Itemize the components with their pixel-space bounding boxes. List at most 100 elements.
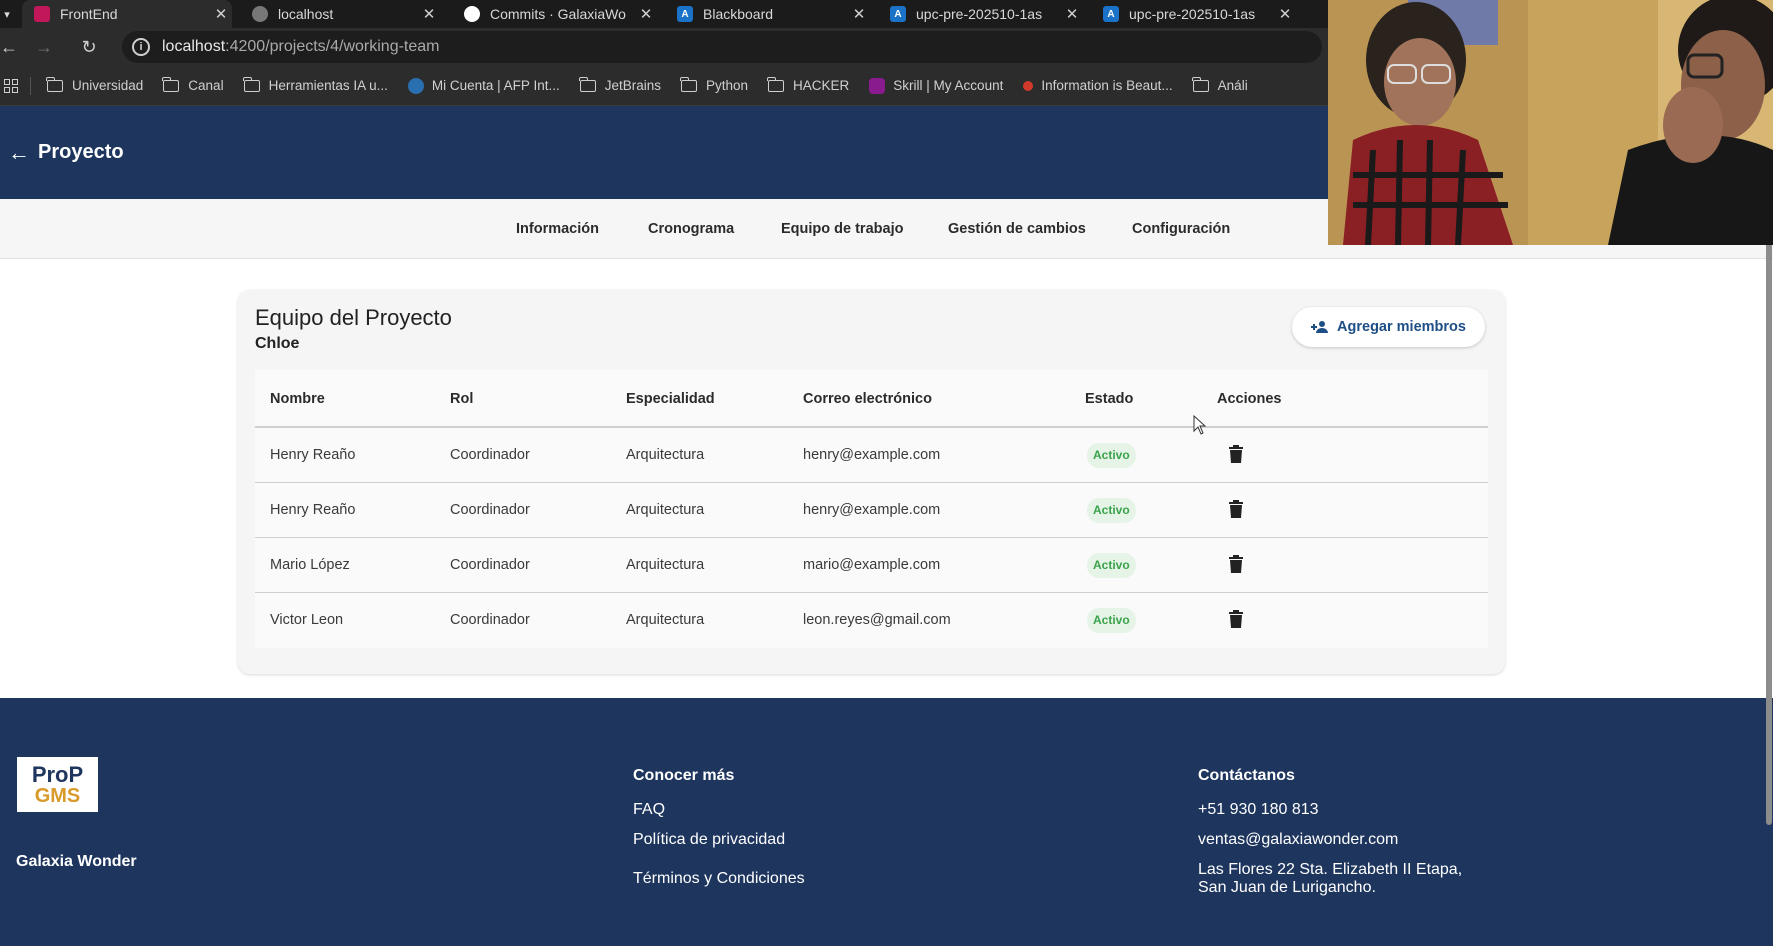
tab-cronograma[interactable]: Cronograma [648,199,734,259]
member-specialty: Arquitectura [626,612,705,628]
bookmark-separator [30,76,31,95]
bookmark-canal[interactable]: Canal [162,76,224,93]
tab-equipo-de-trabajo[interactable]: Equipo de trabajo [781,199,903,259]
folder-icon [242,76,260,92]
company-name: Galaxia Wonder [16,853,137,870]
table-row: Victor Leon Coordinador Arquitectura leo… [255,593,1488,648]
footer-link-terms[interactable]: Términos y Condiciones [633,870,805,888]
close-icon[interactable]: ✕ [210,5,232,23]
bookmark-skrill[interactable]: Skrill | My Account [869,77,1003,94]
member-email: mario@example.com [803,557,941,573]
propgms-logo: ProP GMS [17,757,98,812]
site-footer: ProP GMS Galaxia Wonder Conocer más FAQ … [0,698,1773,946]
column-header-acciones: Acciones [1217,391,1282,407]
tab-title: upc-pre-202510-1as [1129,6,1256,22]
member-email: henry@example.com [803,502,941,518]
back-nav-icon[interactable]: ← [0,37,18,58]
member-specialty: Arquitectura [626,447,705,463]
globe-icon [252,6,268,22]
azure-icon: A [1103,6,1119,22]
tab-upc-2[interactable]: A upc-pre-202510-1as ✕ [1091,0,1296,28]
table-header: Nombre Rol Especialidad Correo electróni… [255,370,1488,428]
afp-icon [407,77,424,94]
footer-more-title: Conocer más [633,767,735,784]
contact-phone: +51 930 180 813 [1198,801,1319,818]
bookmark-hacker[interactable]: HACKER [767,76,849,93]
contact-address-line-2: San Juan de Lurigancho. [1198,879,1376,896]
bookmark-python[interactable]: Python [680,76,748,93]
bookmark-herramientas[interactable]: Herramientas IA u... [242,76,388,93]
add-members-button[interactable]: Agregar miembros [1292,307,1485,347]
tab-frontend[interactable]: FrontEnd ✕ [22,0,232,28]
page-scrollbar[interactable] [1766,240,1772,825]
tab-commits[interactable]: Commits · GalaxiaWo ✕ [452,0,657,28]
team-table: Nombre Rol Especialidad Correo electróni… [255,370,1488,648]
member-role: Coordinador [450,612,530,628]
info-beautiful-icon [1023,80,1034,91]
tab-informacion[interactable]: Información [516,199,599,259]
column-header-especialidad: Especialidad [626,391,715,407]
column-header-rol: Rol [450,391,474,407]
webcam-frame [1328,0,1773,245]
apps-icon[interactable] [4,78,18,93]
azure-icon: A [890,6,906,22]
status-badge: Activo [1087,553,1136,578]
member-role: Coordinador [450,557,530,573]
member-name: Mario López [270,557,350,573]
address-bar[interactable]: i localhost:4200/projects/4/working-team [122,31,1322,63]
tab-title: upc-pre-202510-1as [916,6,1043,22]
add-members-label: Agregar miembros [1337,319,1466,335]
bookmark-analisis[interactable]: Análi [1191,76,1248,93]
close-icon[interactable]: ✕ [1274,5,1296,23]
folder-icon [162,76,180,92]
delete-icon[interactable] [1229,500,1243,518]
forward-nav-icon[interactable]: → [14,37,74,58]
footer-link-privacy[interactable]: Política de privacidad [633,831,805,849]
table-row: Henry Reaño Coordinador Arquitectura hen… [255,483,1488,538]
delete-icon[interactable] [1229,610,1243,628]
card-subtitle: Chloe [255,335,300,352]
tab-search-icon[interactable]: ▾ [0,0,14,28]
tab-title: localhost [278,6,334,22]
close-icon[interactable]: ✕ [848,5,870,23]
url-text: localhost:4200/projects/4/working-team [162,38,440,55]
bookmark-afp[interactable]: Mi Cuenta | AFP Int... [407,77,560,94]
footer-contact-title: Contáctanos [1198,767,1295,784]
column-header-correo: Correo electrónico [803,391,932,407]
site-info-icon[interactable]: i [132,38,150,56]
tab-blackboard[interactable]: A Blackboard ✕ [665,0,870,28]
tab-gestion-de-cambios[interactable]: Gestión de cambios [948,199,1086,259]
delete-icon[interactable] [1229,445,1243,463]
angular-icon [34,6,50,22]
footer-link-faq[interactable]: FAQ [633,801,805,819]
folder-icon [680,76,697,92]
status-badge: Activo [1087,498,1136,523]
status-badge: Activo [1087,443,1136,468]
tab-configuracion[interactable]: Configuración [1132,199,1230,259]
close-icon[interactable]: ✕ [418,5,440,23]
team-card: Equipo del Proyecto Chloe Agregar miembr… [238,290,1505,674]
member-email: leon.reyes@gmail.com [803,612,951,628]
table-row: Henry Reaño Coordinador Arquitectura hen… [255,428,1488,483]
bookmark-jetbrains[interactable]: JetBrains [578,76,661,93]
logo-line-2: GMS [34,784,81,807]
folder-icon [578,76,596,92]
arrow-back-icon[interactable]: ← [8,140,38,166]
close-icon[interactable]: ✕ [1061,5,1083,23]
footer-contact-column: Contáctanos +51 930 180 813 ventas@galax… [1198,767,1462,897]
member-name: Henry Reaño [270,447,356,463]
tab-upc-1[interactable]: A upc-pre-202510-1as ✕ [878,0,1083,28]
contact-email[interactable]: ventas@galaxiawonder.com [1198,831,1462,849]
reload-icon[interactable]: ↻ [74,37,104,58]
column-header-nombre: Nombre [270,391,325,407]
member-specialty: Arquitectura [626,502,705,518]
github-icon [464,6,480,22]
member-role: Coordinador [450,447,530,463]
close-icon[interactable]: ✕ [635,5,657,23]
bookmark-universidad[interactable]: Universidad [46,76,143,93]
blackboard-icon: A [677,6,693,22]
tab-localhost[interactable]: localhost ✕ [240,0,440,28]
bookmark-information-beautiful[interactable]: Information is Beaut... [1023,78,1173,93]
member-name: Henry Reaño [270,502,356,518]
delete-icon[interactable] [1229,555,1243,573]
